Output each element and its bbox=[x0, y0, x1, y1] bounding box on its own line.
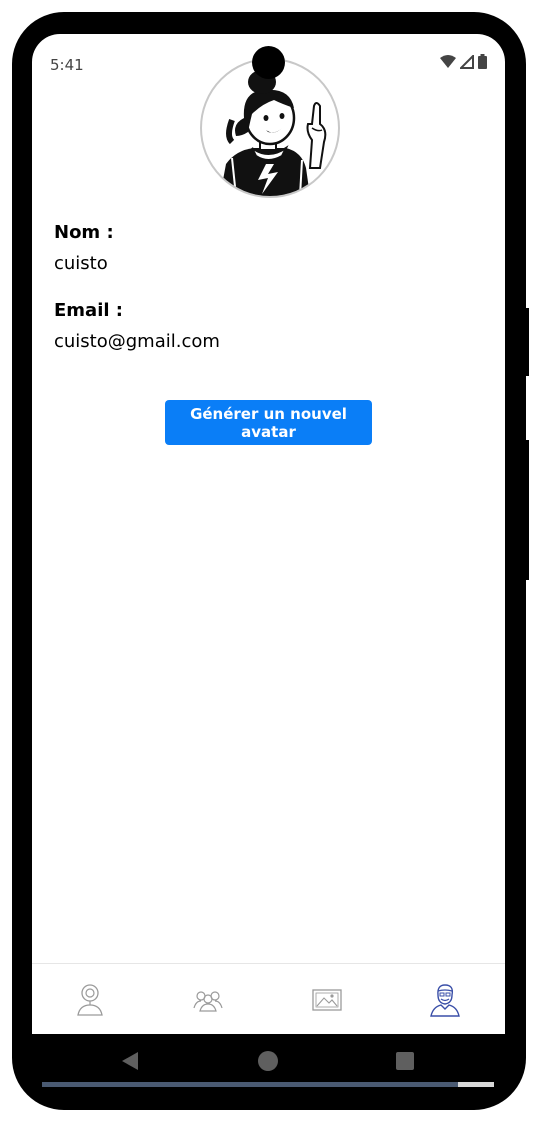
tab-person-location[interactable] bbox=[70, 982, 110, 1018]
volume-button bbox=[524, 440, 529, 580]
bottom-tab-bar bbox=[32, 963, 505, 1034]
tab-image[interactable] bbox=[307, 982, 347, 1018]
recents-icon[interactable] bbox=[396, 1052, 414, 1070]
status-icons bbox=[440, 54, 487, 69]
group-icon bbox=[193, 991, 223, 1012]
tab-profile[interactable] bbox=[425, 982, 465, 1018]
back-icon[interactable] bbox=[120, 1051, 140, 1071]
avatar bbox=[200, 58, 340, 198]
status-time: 5:41 bbox=[50, 56, 84, 74]
email-value: cuisto@gmail.com bbox=[54, 331, 220, 352]
tab-group[interactable] bbox=[188, 982, 228, 1018]
avatar-illustration bbox=[220, 70, 327, 196]
email-label: Email : bbox=[54, 300, 124, 321]
front-camera bbox=[252, 46, 285, 79]
bottom-bezel-strip-end bbox=[458, 1082, 494, 1087]
home-icon[interactable] bbox=[257, 1050, 279, 1072]
bottom-bezel-strip bbox=[42, 1082, 494, 1087]
power-button bbox=[524, 308, 529, 376]
person-location-icon bbox=[77, 984, 103, 1016]
generate-avatar-button[interactable]: Générer un nouvel avatar bbox=[165, 400, 372, 445]
wifi-icon bbox=[440, 54, 456, 68]
name-value: cuisto bbox=[54, 253, 108, 274]
battery-icon bbox=[478, 54, 487, 69]
screen: 5:41 Nom: cuisto Email: cuisto@gmail.c… bbox=[32, 34, 505, 1034]
profile-icon bbox=[430, 984, 460, 1017]
system-nav-bar bbox=[32, 1034, 505, 1086]
name-label: Nom : bbox=[54, 222, 114, 243]
cell-signal-icon bbox=[460, 54, 474, 69]
image-icon bbox=[312, 989, 342, 1011]
